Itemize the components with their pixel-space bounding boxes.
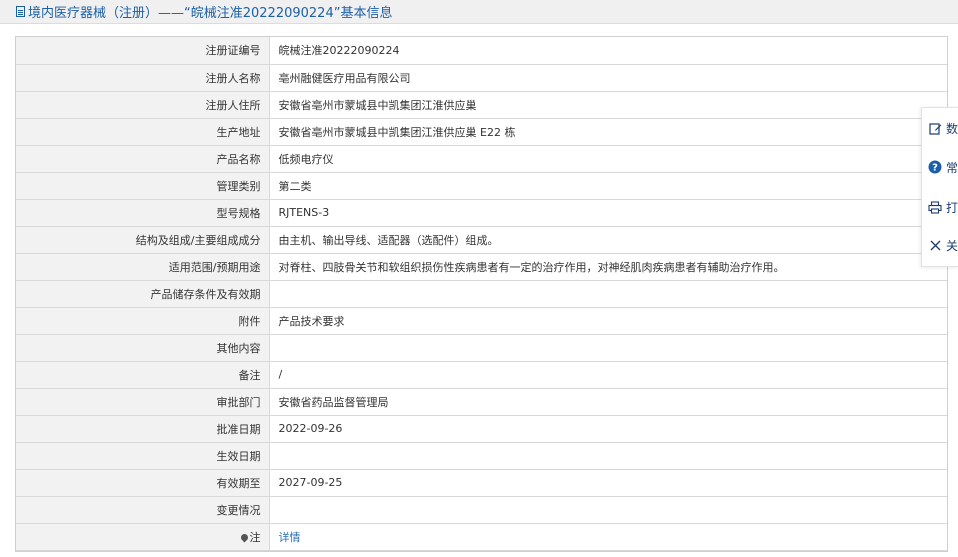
- row-value: 由主机、输出导线、适配器（选配件）组成。: [269, 226, 947, 254]
- row-value: 2022-09-26: [269, 415, 947, 443]
- table-row: 注册证编号 皖械注准20222090224: [16, 37, 947, 65]
- side-item-label: 常: [946, 160, 958, 175]
- info-table-container: 注册证编号 皖械注准20222090224 注册人名称 亳州融健医疗用品有限公司…: [15, 36, 948, 552]
- row-label-note: 注: [16, 523, 270, 551]
- side-item-label: 关: [946, 238, 958, 253]
- note-label: 注: [249, 530, 261, 544]
- row-value: /: [269, 361, 947, 389]
- page-title: 境内医疗器械（注册）——“皖械注准20222090224”基本信息: [28, 6, 393, 21]
- row-value: 第二类: [269, 172, 947, 200]
- table-row: 结构及组成/主要组成成分 由主机、输出导线、适配器（选配件）组成。: [16, 226, 947, 254]
- close-icon: [928, 238, 942, 252]
- table-row: 产品名称 低频电疗仪: [16, 145, 947, 173]
- side-item-close[interactable]: 关: [928, 235, 958, 255]
- details-link[interactable]: 详情: [269, 523, 947, 551]
- row-value: [269, 496, 947, 524]
- row-value: [269, 334, 947, 362]
- row-label: 注册证编号: [16, 37, 270, 65]
- side-item-data[interactable]: 数: [928, 118, 958, 138]
- row-value: 安徽省药品监督管理局: [269, 388, 947, 416]
- table-row: 其他内容: [16, 334, 947, 362]
- table-row-note: 注 详情: [16, 523, 947, 551]
- table-row: 生产地址 安徽省亳州市蒙城县中凯集团江淮供应巢 E22 栋: [16, 118, 947, 146]
- svg-text:?: ?: [932, 163, 938, 174]
- page-header: 境内医疗器械（注册）——“皖械注准20222090224”基本信息: [0, 0, 958, 24]
- printer-icon: [928, 200, 942, 214]
- row-label: 变更情况: [16, 496, 270, 524]
- table-row: 适用范围/预期用途 对脊柱、四肢骨关节和软组织损伤性疾病患者有一定的治疗作用，对…: [16, 253, 947, 281]
- row-label: 附件: [16, 307, 270, 335]
- table-row: 批准日期 2022-09-26: [16, 415, 947, 443]
- floating-side-panel: 数 ? 常 打 关: [921, 107, 958, 267]
- row-value: 低频电疗仪: [269, 145, 947, 173]
- pin-icon: [239, 532, 249, 542]
- table-row: 有效期至 2027-09-25: [16, 469, 947, 497]
- table-row: 审批部门 安徽省药品监督管理局: [16, 388, 947, 416]
- row-label: 有效期至: [16, 469, 270, 497]
- row-label: 注册人名称: [16, 64, 270, 92]
- question-icon: ?: [928, 160, 942, 174]
- row-value: 产品技术要求: [269, 307, 947, 335]
- table-row: 产品储存条件及有效期: [16, 280, 947, 308]
- table-row: 生效日期: [16, 442, 947, 470]
- table-row: 附件 产品技术要求: [16, 307, 947, 335]
- row-value: 安徽省亳州市蒙城县中凯集团江淮供应巢: [269, 91, 947, 119]
- row-value: [269, 280, 947, 308]
- side-item-faq[interactable]: ? 常: [928, 157, 958, 177]
- table-row: 管理类别 第二类: [16, 172, 947, 200]
- info-table: 注册证编号 皖械注准20222090224 注册人名称 亳州融健医疗用品有限公司…: [16, 37, 947, 551]
- row-value: 安徽省亳州市蒙城县中凯集团江淮供应巢 E22 栋: [269, 118, 947, 146]
- table-row: 备注 /: [16, 361, 947, 389]
- row-label: 适用范围/预期用途: [16, 253, 270, 281]
- row-label: 管理类别: [16, 172, 270, 200]
- row-label: 批准日期: [16, 415, 270, 443]
- row-label: 备注: [16, 361, 270, 389]
- row-label: 型号规格: [16, 199, 270, 227]
- side-item-label: 数: [946, 121, 958, 136]
- side-item-print[interactable]: 打: [928, 197, 958, 217]
- edit-icon: [928, 121, 942, 135]
- row-value: 2027-09-25: [269, 469, 947, 497]
- table-row: 变更情况: [16, 496, 947, 524]
- table-row: 型号规格 RJTENS-3: [16, 199, 947, 227]
- row-value: 皖械注准20222090224: [269, 37, 947, 65]
- row-label: 产品储存条件及有效期: [16, 280, 270, 308]
- row-value: 亳州融健医疗用品有限公司: [269, 64, 947, 92]
- row-label: 生效日期: [16, 442, 270, 470]
- row-label: 生产地址: [16, 118, 270, 146]
- table-row: 注册人名称 亳州融健医疗用品有限公司: [16, 64, 947, 92]
- row-label: 审批部门: [16, 388, 270, 416]
- row-value: [269, 442, 947, 470]
- document-icon: [16, 6, 25, 17]
- row-label: 结构及组成/主要组成成分: [16, 226, 270, 254]
- side-item-label: 打: [946, 200, 958, 215]
- row-value: 对脊柱、四肢骨关节和软组织损伤性疾病患者有一定的治疗作用，对神经肌肉疾病患者有辅…: [269, 253, 947, 281]
- row-label: 注册人住所: [16, 91, 270, 119]
- row-label: 其他内容: [16, 334, 270, 362]
- table-row: 注册人住所 安徽省亳州市蒙城县中凯集团江淮供应巢: [16, 91, 947, 119]
- row-label: 产品名称: [16, 145, 270, 173]
- row-value: RJTENS-3: [269, 199, 947, 227]
